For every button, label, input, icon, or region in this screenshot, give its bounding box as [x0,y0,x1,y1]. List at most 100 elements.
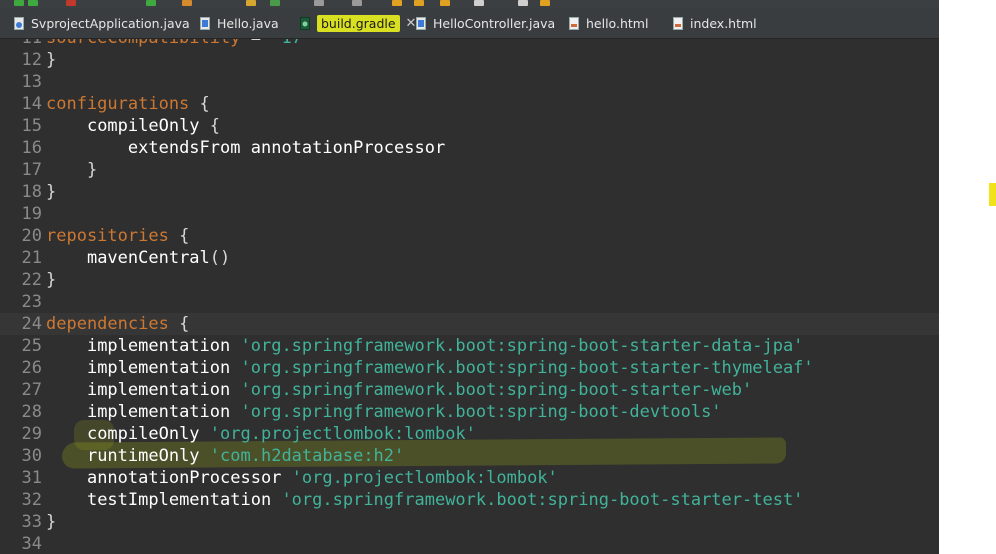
line-number: 13 [21,72,42,92]
line-code: runtimeOnly 'com.h2database:h2' [86,446,405,466]
code-line: 24 dependencies { [0,313,939,335]
line-number: 24 [21,314,42,334]
run-icon[interactable] [28,0,38,6]
line-code: implementation 'org.springframework.boot… [86,358,814,378]
highlight-marker [989,183,996,206]
code-line: 20 repositories { [0,225,939,247]
line-code: implementation 'org.springframework.boot… [86,380,753,400]
prev-annotation-icon[interactable] [414,0,424,6]
line-code: } [86,160,98,180]
stop-icon[interactable] [66,0,76,6]
java-file-icon [200,16,211,30]
code-line: 33} [0,511,939,533]
tab-index-html[interactable]: index.html [673,8,757,38]
code-line: 28 implementation 'org.springframework.b… [0,401,939,423]
debug-icon[interactable] [14,0,24,6]
line-number: 15 [21,116,42,136]
forward-icon[interactable] [474,0,484,6]
next-annotation-icon[interactable] [392,0,402,6]
code-line: 13 [0,71,939,93]
pin-editor-icon[interactable] [518,0,528,6]
tab-label: hello.html [586,15,649,31]
code-line: 22} [0,269,939,291]
line-code: repositories { [46,226,190,246]
tab-label: Hello.java [217,15,279,31]
code-line: 19 [0,203,939,225]
line-number: 16 [21,138,42,158]
code-editor[interactable]: 11 sourceCompatibility = '17' 12}1314con… [0,39,939,554]
line-code: dependencies { [46,314,190,334]
open-folder-icon[interactable] [246,0,256,6]
code-line: 15 compileOnly { [0,115,939,137]
toolbar [0,0,939,8]
code-line: 21 mavenCentral() [0,247,939,269]
tab-label: SvprojectApplication.java [31,15,190,31]
line-number: 11 [0,39,42,49]
tab-label: build.gradle [317,14,400,32]
run-external-icon[interactable] [146,0,156,6]
line-code: } [46,50,57,70]
line-number: 27 [21,380,42,400]
line-number: 33 [21,512,42,532]
code-line: 30 runtimeOnly 'com.h2database:h2' [0,445,939,467]
tab-label: index.html [690,15,757,31]
line-number: 19 [21,204,42,224]
line-number: 32 [21,490,42,510]
line-number: 26 [21,358,42,378]
line-number: 30 [21,446,42,466]
line-code: testImplementation 'org.springframework.… [86,490,804,510]
line-code: } [46,270,57,290]
code-line: 17 } [0,159,939,181]
line-code: mavenCentral() [86,248,231,268]
line-code: sourceCompatibility = '17' [46,39,312,49]
tab-hello-html[interactable]: hello.html [569,8,648,38]
package-icon[interactable] [182,0,192,6]
code-line: 25 implementation 'org.springframework.b… [0,335,939,357]
line-code: implementation 'org.springframework.boot… [86,336,804,356]
code-line: 18} [0,181,939,203]
line-number: 20 [21,226,42,246]
line-number: 23 [21,292,42,312]
code-line: 12} [0,49,939,71]
tab-hello-java[interactable]: Hello.java [200,8,279,38]
gradle-file-icon [300,16,311,30]
line-number: 28 [21,402,42,422]
line-number: 25 [21,336,42,356]
line-code: configurations { [46,94,210,114]
line-number: 14 [21,94,42,114]
line-number: 17 [21,160,42,180]
line-code: extendsFrom annotationProcessor [127,138,446,158]
line-number: 34 [21,534,42,554]
code-line: 32 testImplementation 'org.springframewo… [0,489,939,511]
code-line: 26 implementation 'org.springframework.b… [0,357,939,379]
line-number: 21 [21,248,42,268]
code-line: 16 extendsFrom annotationProcessor [0,137,939,159]
back-icon[interactable] [440,0,450,6]
line-number: 29 [21,424,42,444]
tab-svproject-application[interactable]: SvprojectApplication.java [14,8,190,38]
code-line: 11 sourceCompatibility = '17' [0,39,939,49]
code-line: 34 [0,533,939,554]
line-number: 18 [21,182,42,202]
refresh-icon[interactable] [270,0,280,6]
html-file-icon [673,16,684,30]
line-code: } [46,182,57,202]
tab-label: HelloController.java [433,15,556,31]
ide-window: SvprojectApplication.java Hello.java bui… [0,0,939,554]
open-perspective-icon[interactable] [540,0,550,6]
code-line: 27 implementation 'org.springframework.b… [0,379,939,401]
editor-tab-bar: SvprojectApplication.java Hello.java bui… [0,8,939,39]
line-code: compileOnly { [86,116,221,136]
search-icon[interactable] [314,0,324,6]
java-class-icon [14,16,25,30]
line-code: compileOnly 'org.projectlombok:lombok' [86,424,476,444]
close-icon[interactable]: ✕ [406,16,417,31]
tab-hello-controller[interactable]: HelloController.java [416,8,555,38]
line-number: 22 [21,270,42,290]
code-line: 29 compileOnly 'org.projectlombok:lombok… [0,423,939,445]
html-file-icon [569,16,580,30]
annotation-icon[interactable] [352,0,362,6]
tab-build-gradle[interactable]: build.gradle ✕ [300,8,416,38]
code-line: 31 annotationProcessor 'org.projectlombo… [0,467,939,489]
line-number: 31 [21,468,42,488]
